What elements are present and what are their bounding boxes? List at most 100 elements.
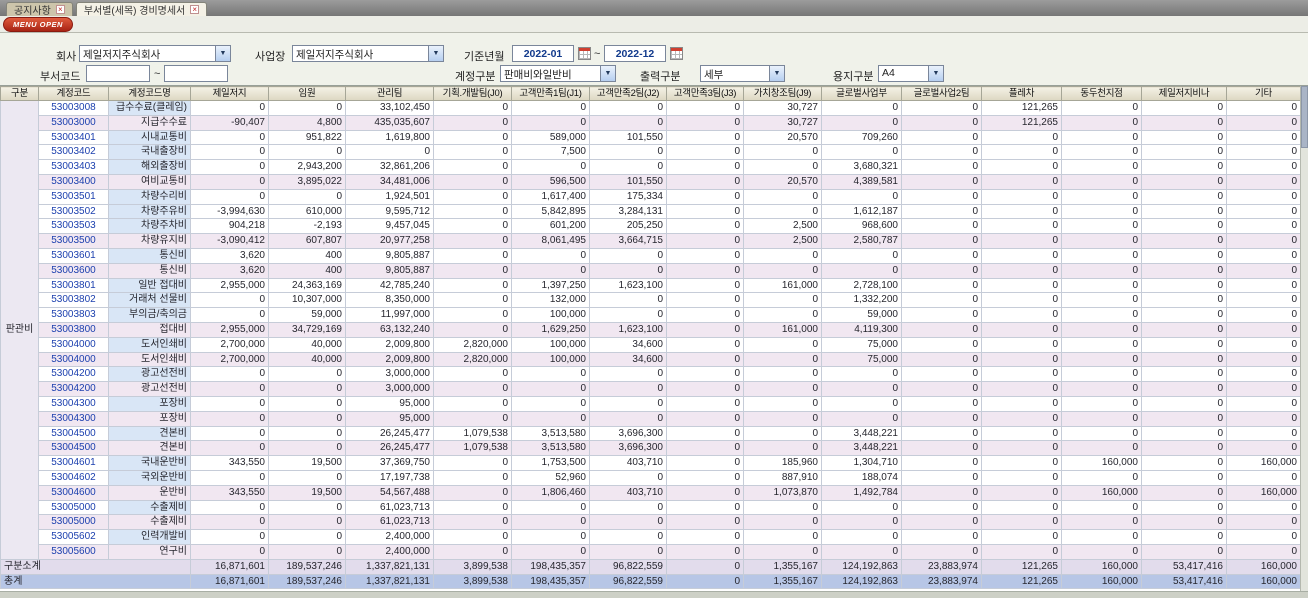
table-row[interactable]: 53003600 통신비 3,620 400 9,805,887 0 0 0 0 0 0 0 0 0 0 0 bbox=[1, 262, 1300, 279]
calendar-icon[interactable] bbox=[578, 47, 591, 60]
account-code-cell[interactable]: 53003801 bbox=[38, 277, 109, 294]
value-cell: 0 bbox=[589, 410, 667, 427]
table-row[interactable]: 53004601 국내운반비 343,550 19,500 37,369,750 0 1,7… bbox=[1, 455, 1300, 471]
table-row[interactable]: 53005600 연구비 0 0 2,400,000 0 0 0 0 0 0 0 0 0 0 0 bbox=[1, 543, 1300, 560]
table-row[interactable]: 53003501 차량수리비 0 0 1,924,501 0 1,617,400 175,33… bbox=[1, 188, 1300, 205]
table-row[interactable]: 53003503 차량주차비 904,218 -2,193 9,457,045 0 601,… bbox=[1, 218, 1300, 235]
account-code-cell[interactable]: 53004602 bbox=[38, 469, 109, 486]
table-row[interactable]: 53003601 통신비 3,620 400 9,805,887 0 0 0 0 0 0 0 0 0 0 0 bbox=[1, 247, 1300, 264]
account-code-cell[interactable]: 53003503 bbox=[38, 218, 109, 235]
value-cell: 132,000 bbox=[511, 292, 590, 309]
table-row[interactable]: 53003802 거래처 선물비 0 10,307,000 8,350,000 0 132,… bbox=[1, 292, 1300, 309]
account-code-cell[interactable]: 53003008 bbox=[38, 100, 109, 116]
account-code-cell[interactable]: 53004600 bbox=[38, 484, 109, 501]
table-row[interactable]: 53003500 차량유지비 -3,090,412 607,807 20,977,258… bbox=[1, 233, 1300, 249]
footer-value-cell: 1,337,821,131 bbox=[345, 558, 434, 575]
table-row[interactable]: 53005000 수출제비 0 0 61,023,713 0 0 0 0 0 0 0 0 0 0 0 bbox=[1, 499, 1300, 516]
account-code-cell[interactable]: 53003501 bbox=[38, 188, 109, 205]
value-cell: 0 bbox=[589, 543, 667, 560]
value-cell: 205,250 bbox=[589, 218, 667, 235]
account-code-cell[interactable]: 53003803 bbox=[38, 307, 109, 323]
account-code-cell[interactable]: 53004500 bbox=[38, 440, 109, 457]
account-code-cell[interactable]: 53003400 bbox=[38, 173, 109, 190]
horizontal-scrollbar[interactable] bbox=[0, 591, 1308, 598]
table-row[interactable]: 53004200 광고선전비 0 0 3,000,000 0 0 0 0 0 0 0 0 0 0 0 bbox=[1, 381, 1300, 397]
account-code-cell[interactable]: 53003601 bbox=[38, 247, 109, 264]
vertical-scrollbar-thumb[interactable] bbox=[1301, 86, 1308, 148]
table-row[interactable]: 53003000 지급수수료 -90,407 4,800 435,035,607 0 0 0 0… bbox=[1, 114, 1300, 131]
company-select[interactable]: 제일저지주식회사 ▼ bbox=[79, 45, 231, 62]
table-row[interactable]: 53004000 도서인쇄비 2,700,000 40,000 2,009,800 2,8… bbox=[1, 351, 1300, 368]
account-code-cell[interactable]: 53004000 bbox=[38, 336, 109, 353]
account-code-cell[interactable]: 53003600 bbox=[38, 262, 109, 279]
value-cell: 1,619,800 bbox=[345, 129, 434, 146]
workplace-select[interactable]: 제일저지주식회사 ▼ bbox=[292, 45, 444, 62]
table-row[interactable]: 53004200 광고선전비 0 0 3,000,000 0 0 0 0 0 0 0 0 0 0 0 bbox=[1, 366, 1300, 383]
value-cell: 160,000 bbox=[1226, 484, 1300, 501]
account-code-cell[interactable]: 53003802 bbox=[38, 292, 109, 309]
account-code-cell[interactable]: 53003401 bbox=[38, 129, 109, 146]
table-row[interactable]: 53005602 인력개발비 0 0 2,400,000 0 0 0 0 0 0 0 0 0 0 0 bbox=[1, 529, 1300, 545]
account-code-cell[interactable]: 53003502 bbox=[38, 203, 109, 220]
table-row[interactable]: 53004300 포장비 0 0 95,000 0 0 0 0 0 0 0 0 0 0 0 bbox=[1, 395, 1300, 412]
account-code-cell[interactable]: 53003800 bbox=[38, 321, 109, 338]
value-cell: 400 bbox=[268, 262, 346, 279]
account-code-cell[interactable]: 53003402 bbox=[38, 144, 109, 161]
calendar-icon[interactable] bbox=[670, 47, 683, 60]
account-code-cell[interactable]: 53005000 bbox=[38, 499, 109, 516]
value-cell: 0 bbox=[433, 543, 512, 560]
table-row[interactable]: 53003402 국내출장비 0 0 0 0 7,500 0 0 0 0 0 0 0 0 0 bbox=[1, 144, 1300, 161]
paper-type-select[interactable]: A4 ▼ bbox=[878, 65, 944, 82]
table-row[interactable]: 판관비 53003008 급수수료(클레임) 0 0 33,102,450 0 0 0 0 30,7… bbox=[0, 100, 1300, 560]
value-cell: 0 bbox=[981, 455, 1062, 471]
account-code-cell[interactable]: 53003500 bbox=[38, 233, 109, 249]
close-icon[interactable]: × bbox=[190, 5, 200, 14]
table-row[interactable]: 53003400 여비교통비 0 3,895,022 34,481,006 0 596,50… bbox=[1, 173, 1300, 190]
period-to-input[interactable] bbox=[604, 45, 666, 62]
table-row[interactable]: 53003502 차량주유비 -3,994,630 610,000 9,595,712 0… bbox=[1, 203, 1300, 220]
table-row[interactable]: 53003803 부의금/축의금 0 59,000 11,997,000 0 100,000… bbox=[1, 307, 1300, 323]
account-type-select[interactable]: 판매비와일반비 ▼ bbox=[500, 65, 616, 82]
account-code-cell[interactable]: 53004601 bbox=[38, 455, 109, 471]
account-code-cell[interactable]: 53004300 bbox=[38, 410, 109, 427]
value-cell: 17,197,738 bbox=[345, 469, 434, 486]
table-row[interactable]: 53003403 해외출장비 0 2,943,200 32,861,206 0 0 0 0 0 3,… bbox=[1, 159, 1300, 175]
account-code-cell[interactable]: 53003000 bbox=[38, 114, 109, 131]
menu-open-button[interactable]: MENU OPEN bbox=[3, 16, 73, 32]
value-cell: 0 bbox=[1226, 529, 1300, 545]
value-cell: 0 bbox=[821, 188, 902, 205]
account-code-cell[interactable]: 53005600 bbox=[38, 543, 109, 560]
value-cell: 0 bbox=[1061, 203, 1142, 220]
value-cell: 0 bbox=[901, 188, 982, 205]
table-row[interactable]: 53003800 접대비 2,955,000 34,729,169 63,132,240… bbox=[1, 321, 1300, 338]
tab-notice[interactable]: 공지사항 × bbox=[6, 2, 73, 17]
account-code-cell[interactable]: 53004200 bbox=[38, 366, 109, 383]
dept-code-from-input[interactable] bbox=[86, 65, 150, 82]
table-row[interactable]: 53004500 견본비 0 0 26,245,477 1,079,538 3,513,58… bbox=[1, 440, 1300, 457]
vertical-scrollbar[interactable] bbox=[1300, 86, 1308, 591]
account-code-cell[interactable]: 53004200 bbox=[38, 381, 109, 397]
value-cell: 0 bbox=[190, 129, 269, 146]
account-code-cell[interactable]: 53005000 bbox=[38, 514, 109, 531]
table-row[interactable]: 53004602 국외운반비 0 0 17,197,738 0 52,960 0 0 887,91… bbox=[1, 469, 1300, 486]
output-type-select[interactable]: 세부 ▼ bbox=[700, 65, 785, 82]
tab-expense-report[interactable]: 부서별(세목) 경비명세서 × bbox=[75, 2, 208, 17]
account-code-cell[interactable]: 53004000 bbox=[38, 351, 109, 368]
value-cell: 0 bbox=[433, 114, 512, 131]
account-code-cell[interactable]: 53004300 bbox=[38, 395, 109, 412]
table-row[interactable]: 53004600 운반비 343,550 19,500 54,567,488 0 1,806… bbox=[1, 484, 1300, 501]
table-row[interactable]: 53004500 견본비 0 0 26,245,477 1,079,538 3,513,58… bbox=[1, 425, 1300, 442]
account-code-cell[interactable]: 53005602 bbox=[38, 529, 109, 545]
table-row[interactable]: 53005000 수출제비 0 0 61,023,713 0 0 0 0 0 0 0 0 0 0 0 bbox=[1, 514, 1300, 531]
value-cell: 0 bbox=[268, 514, 346, 531]
table-row[interactable]: 53004300 포장비 0 0 95,000 0 0 0 0 0 0 0 0 0 0 0 bbox=[1, 410, 1300, 427]
table-row[interactable]: 53003401 시내교통비 0 951,822 1,619,800 0 589,000 10… bbox=[1, 129, 1300, 146]
table-row[interactable]: 53004000 도서인쇄비 2,700,000 40,000 2,009,800 2,8… bbox=[1, 336, 1300, 353]
period-from-input[interactable] bbox=[512, 45, 574, 62]
account-code-cell[interactable]: 53004500 bbox=[38, 425, 109, 442]
dept-code-to-input[interactable] bbox=[164, 65, 228, 82]
close-icon[interactable]: × bbox=[55, 5, 65, 14]
value-cell: 160,000 bbox=[1061, 455, 1142, 471]
account-code-cell[interactable]: 53003403 bbox=[38, 159, 109, 175]
table-row[interactable]: 53003801 일반 접대비 2,955,000 24,363,169 42,785,… bbox=[1, 277, 1300, 294]
